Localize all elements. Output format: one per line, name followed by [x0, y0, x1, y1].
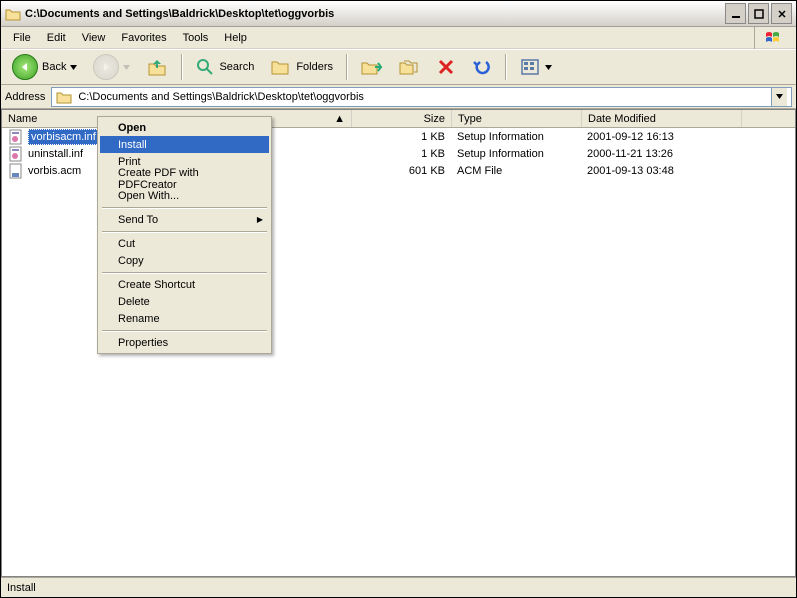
explorer-window: C:\Documents and Settings\Baldrick\Deskt… [0, 0, 797, 598]
close-button[interactable] [771, 3, 792, 24]
file-name: vorbis.acm [28, 165, 81, 177]
menu-help[interactable]: Help [216, 29, 255, 47]
chevron-down-icon [545, 65, 552, 70]
folders-label: Folders [296, 61, 333, 73]
ctx-create-shortcut[interactable]: Create Shortcut [100, 276, 269, 293]
file-type: ACM File [451, 164, 581, 178]
window-controls [725, 3, 792, 24]
file-name: uninstall.inf [28, 148, 83, 160]
separator [346, 54, 347, 80]
file-size: 1 KB [351, 130, 451, 144]
folders-button[interactable]: Folders [263, 52, 340, 82]
file-name: vorbisacm.inf [28, 129, 99, 145]
up-folder-icon [146, 56, 168, 78]
ctx-pdf[interactable]: Create PDF with PDFCreator [100, 170, 269, 187]
maximize-button[interactable] [748, 3, 769, 24]
delete-icon [436, 57, 456, 77]
views-button[interactable] [512, 52, 559, 82]
ctx-open-with[interactable]: Open With... [100, 187, 269, 204]
search-button[interactable]: Search [188, 52, 261, 82]
submenu-arrow-icon: ▶ [257, 215, 263, 224]
window-title: C:\Documents and Settings\Baldrick\Deskt… [25, 8, 725, 20]
back-label: Back [42, 61, 66, 73]
search-label: Search [219, 61, 254, 73]
search-icon [195, 57, 215, 77]
address-dropdown[interactable] [771, 88, 787, 106]
col-rest [742, 110, 795, 127]
ctx-cut[interactable]: Cut [100, 235, 269, 252]
move-to-button[interactable] [353, 52, 389, 82]
chevron-down-icon [123, 65, 130, 70]
chevron-down-icon [70, 65, 77, 70]
separator [181, 54, 182, 80]
move-to-icon [360, 57, 382, 77]
menu-edit[interactable]: Edit [39, 29, 74, 47]
ctx-separator [102, 330, 267, 331]
undo-icon [472, 57, 492, 77]
ctx-separator [102, 231, 267, 232]
toolbar: Back Search Folders [1, 49, 796, 85]
ctx-properties[interactable]: Properties [100, 334, 269, 351]
acm-file-icon [8, 163, 24, 179]
address-field[interactable] [51, 87, 792, 107]
col-date[interactable]: Date Modified [582, 110, 742, 127]
views-icon [519, 57, 541, 77]
menu-file[interactable]: File [5, 29, 39, 47]
file-size: 601 KB [351, 164, 451, 178]
folders-icon [270, 57, 292, 77]
file-date: 2000-11-21 13:26 [581, 147, 741, 161]
address-input[interactable] [76, 90, 767, 104]
file-type: Setup Information [451, 130, 581, 144]
file-date: 2001-09-13 03:48 [581, 164, 741, 178]
statusbar-text: Install [7, 582, 36, 594]
file-type: Setup Information [451, 147, 581, 161]
inf-file-icon [8, 129, 24, 145]
context-menu: Open Install Print Create PDF with PDFCr… [97, 116, 272, 354]
menu-view[interactable]: View [74, 29, 114, 47]
windows-logo [754, 27, 792, 49]
col-type[interactable]: Type [452, 110, 582, 127]
ctx-separator [102, 207, 267, 208]
ctx-install[interactable]: Install [100, 136, 269, 153]
copy-to-icon [398, 57, 420, 77]
ctx-delete[interactable]: Delete [100, 293, 269, 310]
menu-favorites[interactable]: Favorites [113, 29, 174, 47]
undo-button[interactable] [465, 52, 499, 82]
folder-icon [56, 89, 72, 105]
address-label: Address [5, 91, 45, 103]
up-button[interactable] [139, 52, 175, 82]
ctx-open[interactable]: Open [100, 119, 269, 136]
file-size: 1 KB [351, 147, 451, 161]
folder-icon [5, 6, 21, 22]
file-list-area: Name▲ Size Type Date Modified vorbisacm.… [1, 109, 796, 577]
forward-icon [93, 54, 119, 80]
ctx-send-to[interactable]: Send To▶ [100, 211, 269, 228]
minimize-button[interactable] [725, 3, 746, 24]
menubar: File Edit View Favorites Tools Help [1, 27, 796, 49]
ctx-separator [102, 272, 267, 273]
back-icon [12, 54, 38, 80]
separator [505, 54, 506, 80]
addressbar: Address [1, 85, 796, 109]
copy-to-button[interactable] [391, 52, 427, 82]
forward-button[interactable] [86, 52, 137, 82]
titlebar: C:\Documents and Settings\Baldrick\Deskt… [1, 1, 796, 27]
back-button[interactable]: Back [5, 52, 84, 82]
menu-tools[interactable]: Tools [175, 29, 217, 47]
file-date: 2001-09-12 16:13 [581, 130, 741, 144]
inf-file-icon [8, 146, 24, 162]
ctx-rename[interactable]: Rename [100, 310, 269, 327]
col-size[interactable]: Size [352, 110, 452, 127]
ctx-copy[interactable]: Copy [100, 252, 269, 269]
statusbar: Install [1, 577, 796, 597]
delete-button[interactable] [429, 52, 463, 82]
